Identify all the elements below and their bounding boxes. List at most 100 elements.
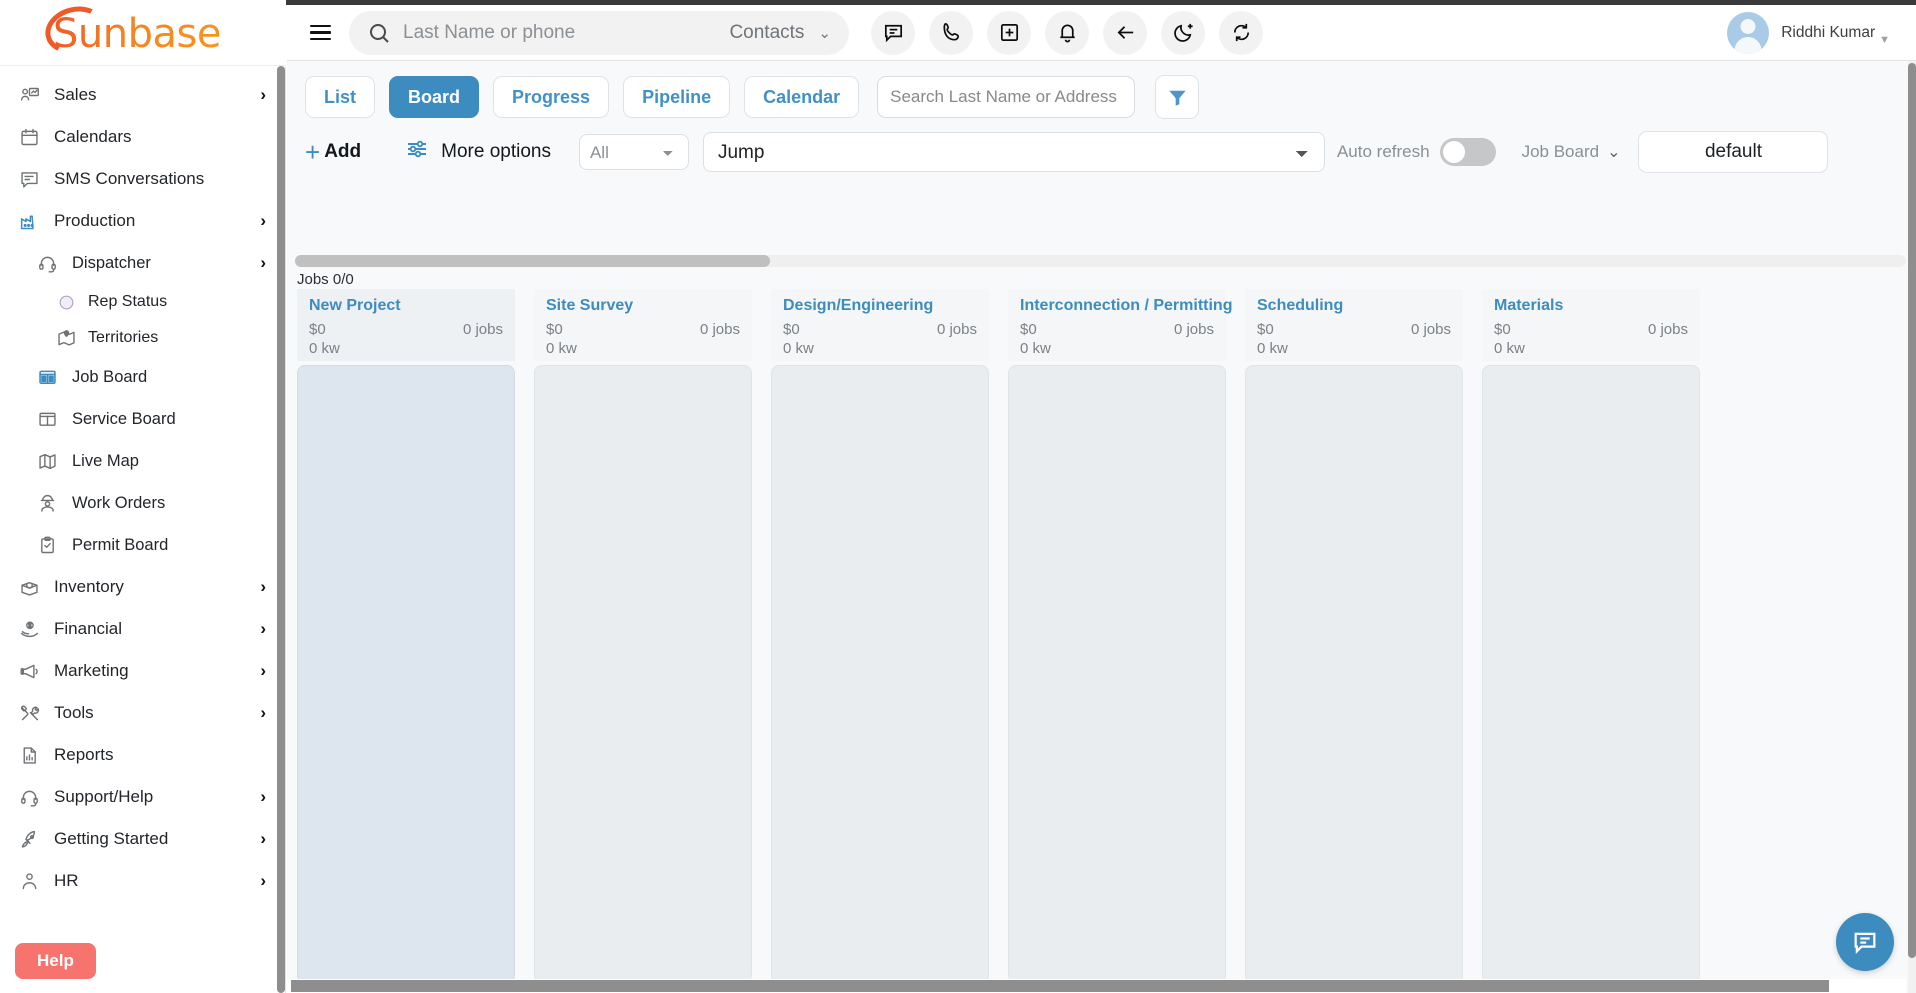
sidebar-item-sms-conversations[interactable]: SMS Conversations <box>0 158 280 200</box>
scope-select[interactable]: All <box>579 134 689 170</box>
sidebar-item-work-orders[interactable]: Work Orders <box>0 482 280 524</box>
sidebar-item-support-help[interactable]: Support/Help› <box>0 776 280 818</box>
auto-refresh-toggle[interactable] <box>1440 138 1496 166</box>
column-drop-area[interactable] <box>297 365 515 983</box>
column-stats: $00 jobs <box>1257 321 1451 338</box>
add-label: Add <box>324 141 361 163</box>
sidebar-item-rep-status[interactable]: Rep Status <box>0 284 280 320</box>
sidebar-item-service-board[interactable]: Service Board <box>0 398 280 440</box>
add-button[interactable] <box>987 11 1031 55</box>
board-horizontal-scrollbar-top[interactable] <box>295 255 1906 267</box>
filter-button[interactable] <box>1155 75 1199 119</box>
sidebar-item-label: Marketing <box>54 661 129 681</box>
sidebar-item-label: Job Board <box>72 368 147 387</box>
sidebar-item-hr[interactable]: HR› <box>0 860 280 902</box>
column-drop-area[interactable] <box>1008 365 1226 983</box>
sidebar-item-inventory[interactable]: Inventory› <box>0 566 280 608</box>
sidebar-item-label: SMS Conversations <box>54 169 204 189</box>
chevron-right-icon[interactable]: › <box>260 253 266 273</box>
chevron-down-icon[interactable]: ⌄ <box>818 24 831 42</box>
sidebar-item-calendars[interactable]: Calendars <box>0 116 280 158</box>
plus-icon: + <box>305 139 320 165</box>
chevron-right-icon[interactable]: › <box>260 661 266 681</box>
sidebar-item-financial[interactable]: Financial› <box>0 608 280 650</box>
column-drop-area[interactable] <box>771 365 989 983</box>
sidebar-item-label: Calendars <box>54 127 132 147</box>
column-kw: 0 kw <box>309 340 503 357</box>
chat-support-button[interactable] <box>1836 913 1894 971</box>
global-search[interactable]: Contacts ⌄ <box>349 11 849 55</box>
sidebar-item-sales[interactable]: Sales › <box>0 74 280 116</box>
sidebar-item-label: Permit Board <box>72 536 168 555</box>
sidebar-item-label: Live Map <box>72 452 139 471</box>
column-drop-area[interactable] <box>1482 365 1700 983</box>
sidebar-item-reports[interactable]: Reports <box>0 734 280 776</box>
board-column[interactable]: Site Survey$00 jobs0 kw <box>534 289 752 983</box>
circle-icon <box>54 291 78 313</box>
board-preset-button[interactable]: default <box>1638 131 1828 173</box>
sidebar-scrollbar-thumb[interactable] <box>277 66 285 993</box>
megaphone-icon <box>16 660 42 682</box>
search-input[interactable] <box>877 76 1135 118</box>
board-column[interactable]: Materials$00 jobs0 kw <box>1482 289 1700 983</box>
refresh-button[interactable] <box>1219 11 1263 55</box>
sidebar-item-label: Sales <box>54 85 97 105</box>
board-column[interactable]: Design/Engineering$00 jobs0 kw <box>771 289 989 983</box>
column-amount: $0 <box>546 321 563 338</box>
sidebar-item-label: Service Board <box>72 410 176 429</box>
sidebar-item-label: Work Orders <box>72 494 165 513</box>
help-button[interactable]: Help <box>15 943 96 979</box>
sidebar-item-territories[interactable]: Territories <box>0 320 280 356</box>
chevron-right-icon[interactable]: › <box>260 787 266 807</box>
brand-logo[interactable]: Sunbase <box>0 0 286 66</box>
chevron-down-icon[interactable]: ⌄ <box>1607 142 1620 162</box>
tab-board[interactable]: Board <box>389 76 479 118</box>
sidebar-item-permit-board[interactable]: Permit Board <box>0 524 280 566</box>
column-header: Interconnection / Permitting$00 jobs0 kw <box>1008 289 1226 361</box>
sidebar-item-tools[interactable]: Tools› <box>0 692 280 734</box>
tab-pipeline[interactable]: Pipeline <box>623 76 730 118</box>
more-options-button[interactable]: More options <box>405 137 551 167</box>
chevron-right-icon[interactable]: › <box>260 871 266 891</box>
page-scrollbar[interactable] <box>1908 61 1916 993</box>
chevron-right-icon[interactable]: › <box>260 619 266 639</box>
sidebar-item-dispatcher[interactable]: Dispatcher› <box>0 242 280 284</box>
hamburger-icon[interactable] <box>303 16 337 50</box>
sidebar-scrollbar[interactable] <box>277 66 285 993</box>
sidebar-item-getting-started[interactable]: Getting Started› <box>0 818 280 860</box>
sidebar-item-live-map[interactable]: Live Map <box>0 440 280 482</box>
column-drop-area[interactable] <box>534 365 752 983</box>
dark-mode-button[interactable] <box>1161 11 1205 55</box>
scrollbar-thumb[interactable] <box>291 980 1829 992</box>
global-search-input[interactable] <box>403 22 729 44</box>
board-column[interactable]: New Project$00 jobs0 kw <box>297 289 515 983</box>
sidebar-item-production[interactable]: Production› <box>0 200 280 242</box>
sidebar-item-job-board[interactable]: Job Board <box>0 356 280 398</box>
jump-select[interactable]: Jump <box>703 132 1325 172</box>
back-button[interactable] <box>1103 11 1147 55</box>
add-button[interactable]: + Add <box>305 139 361 165</box>
messages-button[interactable] <box>871 11 915 55</box>
call-button[interactable] <box>929 11 973 55</box>
tab-progress[interactable]: Progress <box>493 76 609 118</box>
view-tabs: List Board Progress Pipeline Calendar <box>287 61 1916 127</box>
scrollbar-thumb[interactable] <box>295 255 770 267</box>
user-menu[interactable]: Riddhi Kumar ▼ <box>1727 12 1900 54</box>
notifications-button[interactable] <box>1045 11 1089 55</box>
column-drop-area[interactable] <box>1245 365 1463 983</box>
page-scrollbar-thumb[interactable] <box>1908 63 1916 958</box>
sidebar-item-marketing[interactable]: Marketing › <box>0 650 280 692</box>
board-column[interactable]: Interconnection / Permitting$00 jobs0 kw <box>1008 289 1226 983</box>
chevron-right-icon[interactable]: › <box>260 829 266 849</box>
chevron-right-icon[interactable]: › <box>260 703 266 723</box>
chevron-right-icon[interactable]: › <box>260 211 266 231</box>
column-header: Scheduling$00 jobs0 kw <box>1245 289 1463 361</box>
column-title: Interconnection / Permitting <box>1020 297 1214 315</box>
tab-list[interactable]: List <box>305 76 375 118</box>
chevron-down-icon[interactable]: ▼ <box>1879 34 1890 46</box>
board-horizontal-scrollbar-bottom[interactable] <box>287 979 1906 993</box>
board-column[interactable]: Scheduling$00 jobs0 kw <box>1245 289 1463 983</box>
chevron-right-icon[interactable]: › <box>260 577 266 597</box>
chevron-right-icon[interactable]: › <box>260 85 266 105</box>
tab-calendar[interactable]: Calendar <box>744 76 859 118</box>
